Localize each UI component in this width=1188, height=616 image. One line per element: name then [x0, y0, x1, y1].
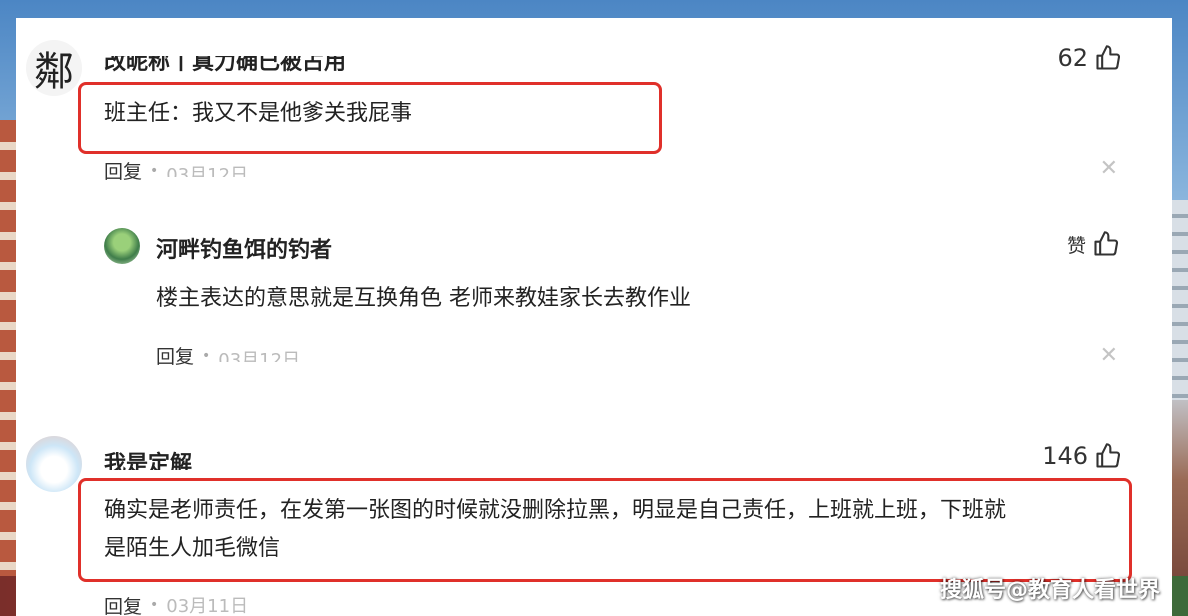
like-label: 赞	[1066, 234, 1086, 257]
comment-text-line-2: 是陌生人加毛微信	[104, 536, 281, 561]
like-button[interactable]: 146	[1042, 442, 1122, 470]
comment-username[interactable]: 我是定解	[104, 450, 192, 470]
background-building-left	[0, 120, 16, 590]
thumbs-up-icon	[1094, 231, 1119, 256]
like-button[interactable]: 62	[1057, 44, 1122, 72]
like-button[interactable]: 赞	[1067, 230, 1120, 258]
separator-dot: •	[150, 162, 159, 179]
comment-date: 03月11日	[166, 596, 249, 616]
thumbs-up-icon	[1096, 45, 1121, 70]
reply-row: 回复 • 03月12日	[156, 342, 300, 369]
reply-button[interactable]: 回复	[104, 594, 142, 616]
comment-text: 班主任：我又不是他爹关我屁事	[104, 101, 413, 126]
watermark: 搜狐号@教育人看世界	[939, 578, 1160, 603]
comment-date: 03月12日	[166, 164, 249, 177]
reply-row: 回复 • 03月12日	[104, 157, 248, 184]
avatar[interactable]	[26, 436, 82, 492]
separator-dot: •	[150, 597, 159, 613]
comment-username[interactable]: 改昵称丨真力确已被占用	[104, 56, 346, 74]
reply-username[interactable]: 河畔钓鱼饵的钓者	[156, 232, 332, 264]
avatar-calligraphy: 鄰	[34, 49, 74, 95]
reply-row: 回复 • 03月11日	[104, 594, 248, 616]
background-building-right	[1172, 200, 1188, 400]
reply-date: 03月12日	[218, 349, 301, 362]
reply-button[interactable]: 回复	[104, 157, 142, 184]
close-icon[interactable]: ✕	[1100, 343, 1118, 368]
like-count: 146	[1042, 442, 1088, 470]
like-count: 62	[1057, 44, 1088, 72]
reply-button[interactable]: 回复	[156, 342, 194, 369]
comment-text-line-1: 确实是老师责任，在发第一张图的时候就没删除拉黑，明显是自己责任，上班就上班，下班…	[104, 498, 1007, 523]
avatar[interactable]	[104, 228, 140, 264]
avatar[interactable]: 鄰	[26, 40, 82, 96]
close-icon[interactable]: ✕	[1100, 156, 1118, 181]
comment-panel: 鄰 改昵称丨真力确已被占用 62 班主任：我又不是他爹关我屁事 回复 • 03月…	[16, 18, 1172, 616]
reply-text: 楼主表达的意思就是互换角色 老师来教娃家长去教作业	[156, 286, 691, 311]
thumbs-up-icon	[1096, 443, 1121, 468]
separator-dot: •	[202, 347, 211, 364]
